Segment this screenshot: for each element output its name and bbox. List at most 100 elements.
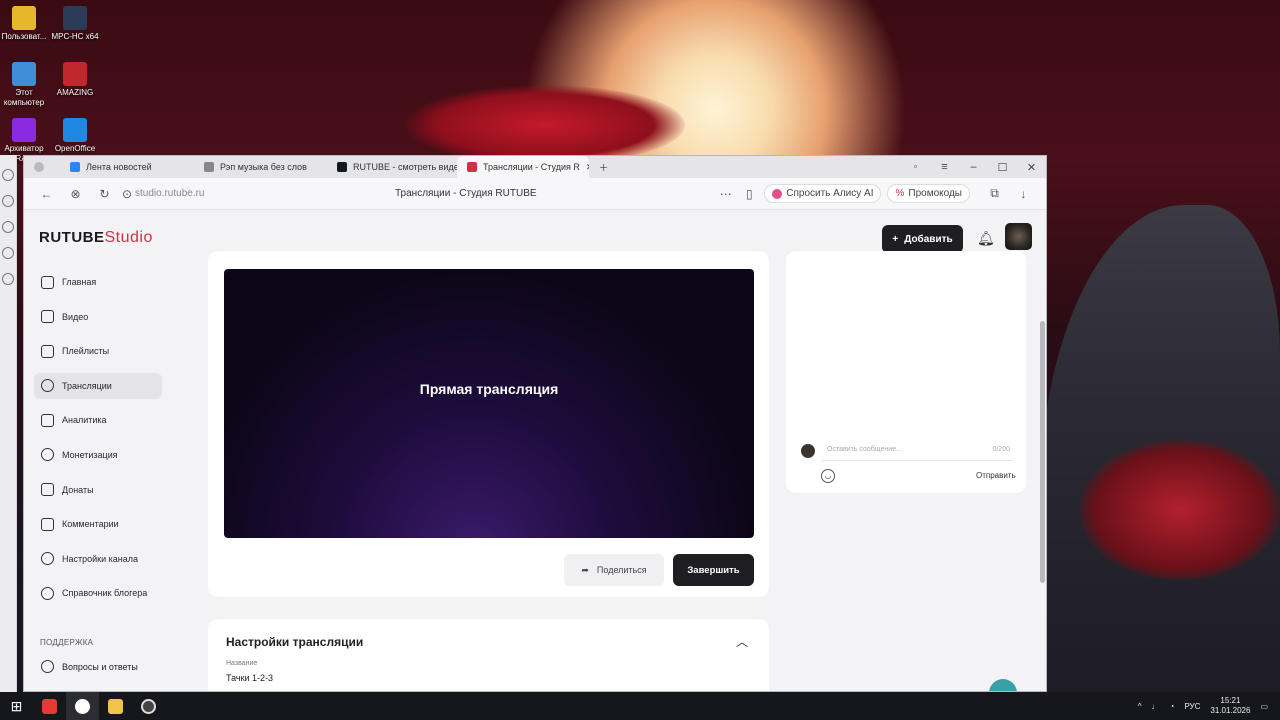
sidebar-item-faq[interactable]: Вопросы и ответы [41,660,138,673]
sidebar-item-donations[interactable]: Донаты [34,477,162,503]
broadcast-card: Прямая трансляция ➦ Поделиться Завершить [208,251,769,597]
taskbar-explorer[interactable] [99,692,132,720]
sidebar-item-video[interactable]: Видео [34,304,162,330]
home-icon [41,275,54,289]
analytics-icon [41,413,54,427]
playlists-icon [41,344,54,358]
notifications-icon[interactable]: ▭ [1260,702,1268,711]
chat-counter: 0/200 [992,446,1010,453]
scrollbar[interactable] [1040,321,1045,583]
url-field[interactable]: studio.rutube.ru [135,188,395,199]
sidebar-item-channel-settings[interactable]: Настройки канала [34,546,162,572]
this-pc-icon [12,62,36,86]
chevron-up-icon[interactable]: ^ [1138,702,1142,711]
browser-window: Лента новостей Рэп музыка без слов RUTUB… [23,155,1047,692]
donations-icon [41,483,54,497]
bell-icon[interactable]: 🔔︎ [977,230,995,247]
protect-icon[interactable]: ⊗ [61,187,90,201]
back-icon[interactable]: ← [32,187,61,201]
end-stream-button[interactable]: Завершить [673,554,754,586]
bookmark-icon[interactable]: ▯ [740,187,758,201]
profile-menu-icon[interactable]: ◦ [901,161,930,174]
menu-icon[interactable]: ≡ [930,161,959,174]
chat-panel: Оставить сообщение... 0/200 ◡ Отправить [786,251,1026,493]
share-icon: ➦ [581,564,589,575]
minimize-icon[interactable]: – [959,161,988,174]
collections-icon[interactable]: ⧉ [980,186,1009,201]
side-panel-button[interactable] [2,247,14,259]
support-section-heading: ПОДДЕРЖКА [40,638,94,647]
name-field-label: Название [226,660,258,667]
alice-button[interactable]: Спросить Алису AI [764,184,882,203]
desktop-icon-user-folder[interactable]: Пользоват... [0,6,52,42]
tab-rap-music[interactable]: Рэп музыка без слов [194,156,327,178]
promo-button[interactable]: % Промокоды [887,184,970,203]
folder-icon [108,698,123,714]
clock[interactable]: 15:21 31.01.2026 [1210,696,1250,716]
emoji-icon[interactable]: ◡ [821,469,835,483]
send-button[interactable]: Отправить [976,471,1016,480]
tab-strip: Лента новостей Рэп музыка без слов RUTUB… [24,156,1046,178]
yandex-browser-icon [75,698,90,714]
openoffice-icon [63,118,87,142]
system-tray: ^ ♩ ◔ РУС 15:21 31.01.2026 ▭ [1138,696,1280,716]
side-panel-button[interactable] [2,195,14,207]
sidebar-item-analytics[interactable]: Аналитика [34,407,162,433]
sidebar-item-playlists[interactable]: Плейлисты [34,338,162,364]
window-controls: ◦ ≡ – ☐ ✕ [901,161,1046,174]
profile-icon [34,162,44,172]
chat-placeholder: Оставить сообщение... [827,446,902,453]
taskbar-yandex-browser[interactable] [66,692,99,720]
stream-player[interactable]: Прямая трансляция [224,269,754,538]
sidebar-item-monetization[interactable]: Монетизация [34,442,162,468]
video-icon [41,310,54,324]
name-field[interactable]: Тачки 1-2-3 [226,673,273,683]
tab-vk-feed[interactable]: Лента новостей [60,156,194,178]
language-indicator[interactable]: РУС [1184,702,1200,711]
share-button[interactable]: ➦ Поделиться [564,554,664,586]
downloads-icon[interactable]: ↓ [1009,187,1038,201]
app-icon [141,698,156,714]
chat-message-input[interactable]: Оставить сообщение... 0/200 [821,439,1013,461]
maximize-icon[interactable]: ☐ [988,161,1017,174]
desktop-icon-openoffice[interactable]: OpenOffice [47,118,103,154]
sidebar-nav: Главная Видео Плейлисты Трансляции Анали… [34,269,162,615]
new-tab-button[interactable]: ＋ [589,156,613,178]
avatar[interactable] [1005,223,1032,250]
taskbar-app[interactable] [132,692,165,720]
tab-menu-button[interactable] [24,156,60,178]
sidebar-item-blogger-guide[interactable]: Справочник блогера [34,580,162,606]
chat-avatar [801,444,815,458]
microphone-icon[interactable]: ♩ [1152,702,1160,711]
taskbar-yandex[interactable] [33,692,66,720]
start-button[interactable]: ⊞ [0,692,33,720]
desktop-icon-amazing[interactable]: AMAZING [47,62,103,98]
page-title: Трансляции - Студия RUTUBE [395,188,537,199]
chevron-up-icon[interactable]: ︿ [736,633,748,650]
address-bar: ← ⊗ ↻ ⊙ studio.rutube.ru Трансляции - Ст… [24,178,1046,210]
alice-icon [772,188,783,199]
sidebar-item-broadcasts[interactable]: Трансляции [34,372,162,399]
side-panel-button[interactable] [2,273,14,285]
sidebar-item-home[interactable]: Главная [34,269,162,295]
yandex-icon [42,698,57,714]
support-chat-icon[interactable] [989,679,1017,691]
rutube-studio-logo[interactable]: RUTUBEStudio [39,229,153,247]
more-icon[interactable]: ⋯ [711,187,740,201]
desktop-icon-this-pc[interactable]: Этот компьютер [0,62,52,108]
tab-rutube-studio[interactable]: Трансляции - Студия R ✕ [457,156,589,178]
windows-icon: ⊞ [10,697,23,714]
side-panel-button[interactable] [2,221,14,233]
amazing-app-icon [63,62,87,86]
tab-rutube[interactable]: RUTUBE - смотреть виде [327,156,457,178]
reload-icon[interactable]: ↻ [90,187,119,201]
winrar-icon [12,118,36,142]
studio-page: RUTUBEStudio + Добавить 🔔︎ Главная Видео… [24,211,1046,691]
add-button[interactable]: + Добавить [882,225,963,253]
comments-icon [41,517,54,531]
speaker-icon[interactable]: ◔ [1170,702,1175,711]
close-window-icon[interactable]: ✕ [1017,161,1046,174]
side-panel-button[interactable] [2,169,14,181]
sidebar-item-comments[interactable]: Комментарии [34,511,162,537]
desktop-icon-mpc-hc[interactable]: MPC-HC x64 [47,6,103,42]
